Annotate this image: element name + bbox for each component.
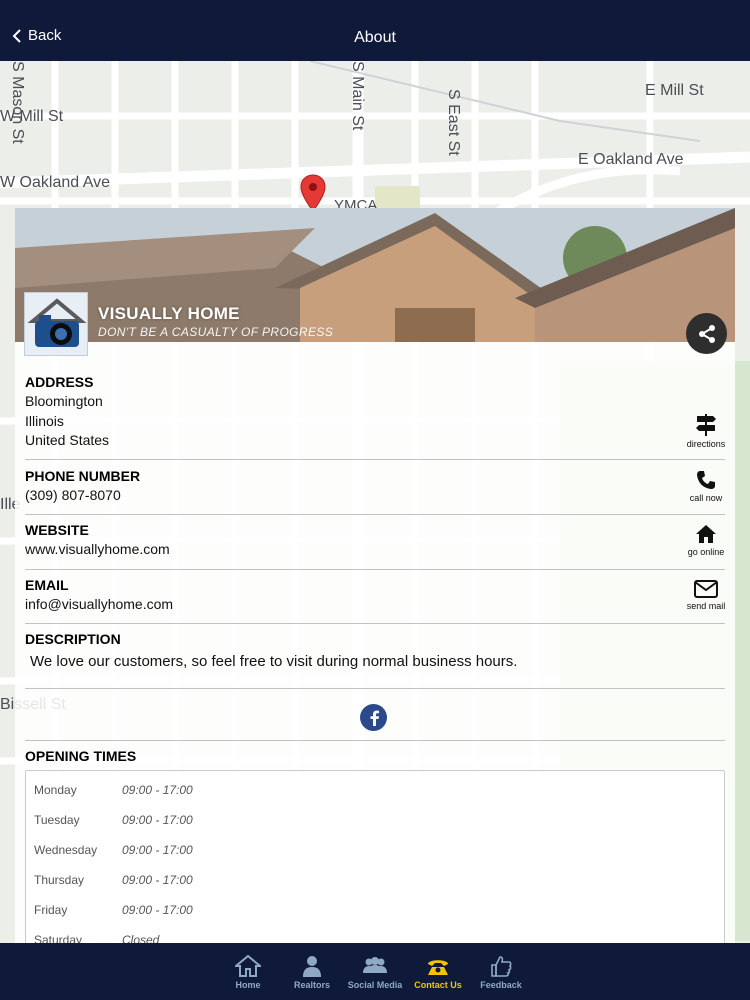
facebook-icon (370, 710, 379, 726)
day-label: Tuesday (34, 813, 80, 827)
share-button[interactable] (686, 313, 727, 354)
page-title: About (354, 29, 396, 46)
map-label: S Main St (349, 61, 366, 131)
day-label: Thursday (34, 873, 85, 887)
description-section: DESCRIPTION We love our customers, so fe… (25, 631, 725, 672)
email-heading: EMAIL (25, 577, 69, 593)
divider (25, 459, 725, 460)
phone-heading: PHONE NUMBER (25, 468, 141, 484)
time-value: 09:00 - 17:00 (122, 843, 193, 857)
send-mail-label: send mail (686, 601, 726, 611)
description-heading: DESCRIPTION (25, 631, 121, 647)
group-icon (363, 957, 387, 973)
tab-label: Social Media (347, 980, 403, 990)
address-line: Bloomington (25, 393, 103, 409)
tab-label: Feedback (480, 980, 522, 990)
tab-social-media[interactable]: Social Media (342, 943, 408, 1000)
call-now-label: call now (689, 493, 723, 503)
map-label: E Mill St (645, 82, 704, 99)
tab-label: Realtors (293, 980, 330, 990)
thumbs-up-icon (491, 956, 512, 977)
directions-label: directions (686, 439, 726, 449)
time-value: Closed (122, 933, 160, 943)
day-label: Wednesday (34, 843, 98, 857)
time-value: 09:00 - 17:00 (122, 813, 193, 827)
map-label: S Mason St (9, 61, 26, 144)
directions-button[interactable]: directions (681, 412, 731, 449)
business-card: VISUALLY HOME DON'T BE A CASUALTY OF PRO… (15, 208, 735, 943)
tab-realtors[interactable]: Realtors (279, 943, 345, 1000)
phone-icon (697, 471, 715, 489)
tab-label: Contact Us (414, 980, 462, 990)
opening-times-table: Monday 09:00 - 17:00 Tuesday 09:00 - 17:… (25, 770, 725, 943)
phone-section: PHONE NUMBER (309) 807-8070 (25, 468, 725, 506)
business-tagline: DON'T BE A CASUALTY OF PROGRESS (98, 325, 334, 339)
map-label: E Oakland Ave (578, 151, 684, 168)
day-label: Friday (34, 903, 68, 917)
business-logo (24, 292, 88, 356)
address-line: United States (25, 432, 110, 448)
divider (25, 623, 725, 624)
home-icon (696, 525, 716, 543)
day-label: Monday (34, 783, 77, 797)
website-heading: WEBSITE (25, 522, 89, 538)
opening-times-section: OPENING TIMES (25, 748, 725, 764)
home-icon (235, 955, 261, 977)
day-label: Saturday (34, 933, 83, 943)
time-value: 09:00 - 17:00 (122, 783, 193, 797)
description-text: We love our customers, so feel free to v… (30, 653, 518, 670)
tab-label: Home (235, 980, 261, 990)
send-mail-button[interactable]: send mail (681, 580, 731, 611)
divider (25, 569, 725, 570)
website-value[interactable]: www.visuallyhome.com (25, 540, 725, 560)
address-line: Illinois (25, 412, 64, 429)
divider (25, 688, 725, 689)
business-name: VISUALLY HOME (98, 304, 240, 323)
tab-feedback[interactable]: Feedback (468, 943, 534, 1000)
facebook-button[interactable] (360, 704, 387, 731)
opening-times-heading: OPENING TIMES (25, 748, 137, 764)
tab-home[interactable]: Home (215, 943, 281, 1000)
top-nav-bar: Back About (0, 0, 750, 61)
signpost-icon (696, 414, 716, 436)
phone-value[interactable]: (309) 807-8070 (25, 486, 725, 506)
tab-contact-us[interactable]: Contact Us (405, 943, 471, 1000)
go-online-label: go online (687, 547, 725, 557)
map-label: W Oakland Ave (0, 174, 110, 191)
call-now-button[interactable]: call now (681, 470, 731, 503)
divider (25, 740, 725, 741)
email-section: EMAIL info@visuallyhome.com (25, 577, 725, 615)
share-icon (698, 324, 715, 343)
email-value[interactable]: info@visuallyhome.com (25, 595, 725, 615)
go-online-button[interactable]: go online (681, 524, 731, 557)
divider (25, 514, 725, 515)
time-value: 09:00 - 17:00 (122, 873, 193, 887)
address-heading: ADDRESS (25, 374, 94, 390)
bottom-tab-bar: Home Realtors Social Media Contact Us Fe… (0, 943, 750, 1000)
map-pin-icon[interactable] (300, 174, 326, 212)
phone-icon (428, 960, 448, 975)
envelope-icon (694, 580, 718, 598)
person-icon (303, 956, 321, 977)
camera-house-logo-icon (27, 298, 87, 347)
map-label: S East St (445, 89, 462, 156)
website-section: WEBSITE www.visuallyhome.com (25, 522, 725, 560)
time-value: 09:00 - 17:00 (122, 903, 193, 917)
address-section: ADDRESS Bloomington Illinois United Stat… (25, 374, 725, 451)
